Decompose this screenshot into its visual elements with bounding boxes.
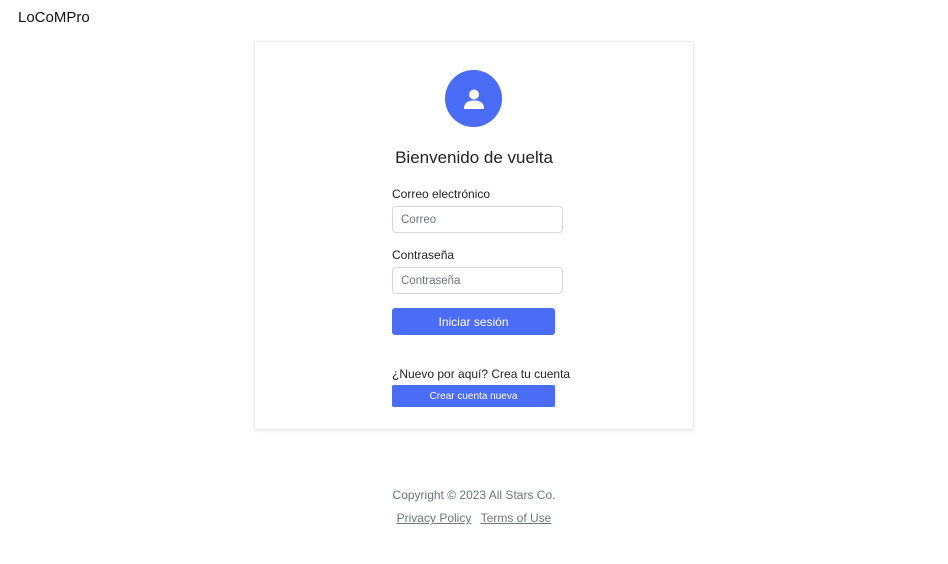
privacy-policy-link[interactable]: Privacy Policy [397, 511, 472, 525]
brand-logo[interactable]: LoCoMPro [18, 9, 90, 26]
user-avatar [445, 70, 502, 127]
footer-links: Privacy Policy Terms of Use [0, 511, 948, 525]
register-prompt: ¿Nuevo por aquí? Crea tu cuenta [392, 367, 571, 381]
email-label: Correo electrónico [392, 187, 491, 201]
login-button[interactable]: Iniciar sesión [392, 308, 555, 335]
login-card: Bienvenido de vuelta Correo electrónico … [254, 41, 694, 430]
footer-copyright: Copyright © 2023 All Stars Co. [392, 488, 556, 502]
create-account-button[interactable]: Crear cuenta nueva [392, 385, 555, 407]
user-icon [463, 89, 484, 109]
password-input[interactable] [392, 267, 563, 294]
login-title: Bienvenido de vuelta [395, 148, 553, 167]
password-label: Contraseña [392, 248, 455, 262]
email-input[interactable] [392, 206, 563, 233]
terms-of-use-link[interactable]: Terms of Use [481, 511, 552, 525]
